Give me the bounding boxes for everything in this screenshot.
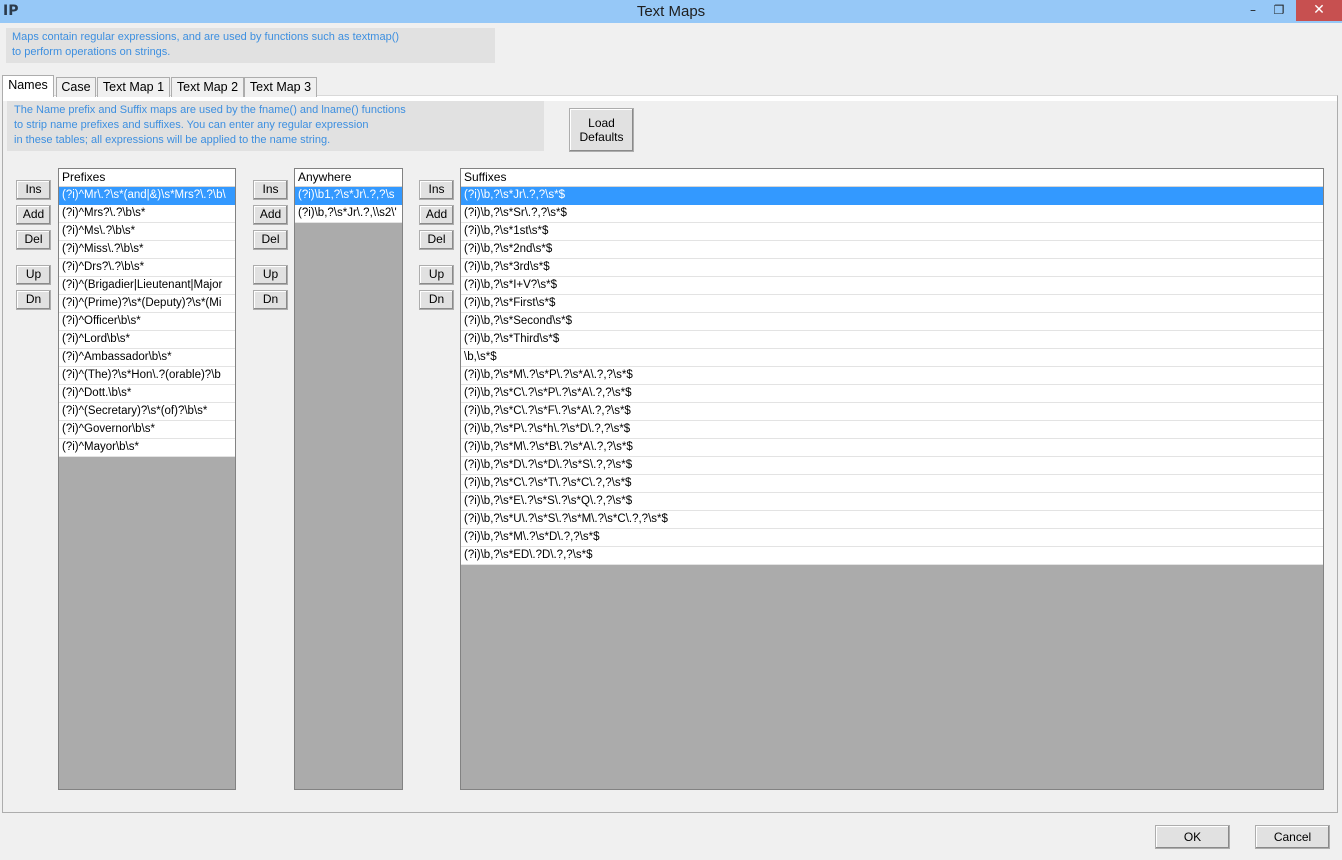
suffix-row[interactable]: (?i)\b,?\s*Third\s*$ xyxy=(461,331,1323,349)
prefix-del-button[interactable]: Del xyxy=(16,230,51,250)
tab-text-map-3[interactable]: Text Map 3 xyxy=(244,77,317,97)
prefix-row[interactable]: (?i)^Ms\.?\b\s* xyxy=(59,223,235,241)
suffix-row[interactable]: (?i)\b,?\s*C\.?\s*F\.?\s*A\.?,?\s*$ xyxy=(461,403,1323,421)
prefix-row[interactable]: (?i)^Officer\b\s* xyxy=(59,313,235,331)
suffix-row[interactable]: (?i)\b,?\s*U\.?\s*S\.?\s*M\.?\s*C\.?,?\s… xyxy=(461,511,1323,529)
suffix-add-button[interactable]: Add xyxy=(419,205,454,225)
tab-text-map-1[interactable]: Text Map 1 xyxy=(97,77,170,97)
ok-button[interactable]: OK xyxy=(1155,825,1230,849)
tab-text-map-2[interactable]: Text Map 2 xyxy=(171,77,244,97)
suffix-row[interactable]: (?i)\b,?\s*Second\s*$ xyxy=(461,313,1323,331)
suffix-row[interactable]: (?i)\b,?\s*E\.?\s*S\.?\s*Q\.?,?\s*$ xyxy=(461,493,1323,511)
suffix-row[interactable]: (?i)\b,?\s*Jr\.?,?\s*$ xyxy=(461,187,1323,205)
prefix-row[interactable]: (?i)^Mr\.?\s*(and|&)\s*Mrs?\.?\b\ xyxy=(59,187,235,205)
prefix-row[interactable]: (?i)^Mrs?\.?\b\s* xyxy=(59,205,235,223)
anywhere-add-button[interactable]: Add xyxy=(253,205,288,225)
suffixes-list[interactable]: Suffixes (?i)\b,?\s*Jr\.?,?\s*$ (?i)\b,?… xyxy=(460,168,1324,790)
suffix-row[interactable]: (?i)\b,?\s*M\.?\s*D\.?,?\s*$ xyxy=(461,529,1323,547)
prefix-row[interactable]: (?i)^Ambassador\b\s* xyxy=(59,349,235,367)
prefix-row[interactable]: (?i)^Miss\.?\b\s* xyxy=(59,241,235,259)
window-title: Text Maps xyxy=(636,3,706,20)
suffix-row[interactable]: (?i)\b,?\s*P\.?\s*h\.?\s*D\.?,?\s*$ xyxy=(461,421,1323,439)
suffix-row[interactable]: (?i)\b,?\s*2nd\s*$ xyxy=(461,241,1323,259)
prefix-row[interactable]: (?i)^(The)?\s*Hon\.?(orable)?\b xyxy=(59,367,235,385)
load-defaults-label-2: Defaults xyxy=(579,130,624,144)
suffix-dn-button[interactable]: Dn xyxy=(419,290,454,310)
prefix-up-button[interactable]: Up xyxy=(16,265,51,285)
names-description: The Name prefix and Suffix maps are used… xyxy=(7,101,544,151)
suffix-row[interactable]: (?i)\b,?\s*Sr\.?,?\s*$ xyxy=(461,205,1323,223)
title-bar: IP Text Maps – ❐ ✕ xyxy=(0,0,1342,23)
suffix-row[interactable]: (?i)\b,?\s*M\.?\s*P\.?\s*A\.?,?\s*$ xyxy=(461,367,1323,385)
anywhere-header: Anywhere xyxy=(295,169,402,187)
names-description-line-3: in these tables; all expressions will be… xyxy=(14,134,331,146)
anywhere-up-button[interactable]: Up xyxy=(253,265,288,285)
suffixes-header: Suffixes xyxy=(461,169,1323,187)
names-description-line-2: to strip name prefixes and suffixes. You… xyxy=(14,119,369,131)
suffix-row[interactable]: (?i)\b,?\s*C\.?\s*P\.?\s*A\.?,?\s*$ xyxy=(461,385,1323,403)
load-defaults-label-1: Load xyxy=(588,116,615,130)
prefixes-header: Prefixes xyxy=(59,169,235,187)
close-button[interactable]: ✕ xyxy=(1296,0,1342,21)
suffix-row[interactable]: \b,\s*$ xyxy=(461,349,1323,367)
suffix-row[interactable]: (?i)\b,?\s*First\s*$ xyxy=(461,295,1323,313)
suffix-row[interactable]: (?i)\b,?\s*1st\s*$ xyxy=(461,223,1323,241)
prefix-row[interactable]: (?i)^Drs?\.?\b\s* xyxy=(59,259,235,277)
load-defaults-button[interactable]: Load Defaults xyxy=(569,108,634,152)
anywhere-list[interactable]: Anywhere (?i)\b1,?\s*Jr\.?,?\s (?i)\b,?\… xyxy=(294,168,403,790)
prefix-row[interactable]: (?i)^Governor\b\s* xyxy=(59,421,235,439)
prefix-ins-button[interactable]: Ins xyxy=(16,180,51,200)
maps-description-line-1: Maps contain regular expressions, and ar… xyxy=(12,31,400,43)
suffix-del-button[interactable]: Del xyxy=(419,230,454,250)
tab-names[interactable]: Names xyxy=(2,75,54,97)
cancel-button[interactable]: Cancel xyxy=(1255,825,1330,849)
suffix-row[interactable]: (?i)\b,?\s*D\.?\s*D\.?\s*S\.?,?\s*$ xyxy=(461,457,1323,475)
prefix-row[interactable]: (?i)^(Secretary)?\s*(of)?\b\s* xyxy=(59,403,235,421)
prefixes-list[interactable]: Prefixes (?i)^Mr\.?\s*(and|&)\s*Mrs?\.?\… xyxy=(58,168,236,790)
prefix-row[interactable]: (?i)^Mayor\b\s* xyxy=(59,439,235,457)
suffix-row[interactable]: (?i)\b,?\s*3rd\s*$ xyxy=(461,259,1323,277)
anywhere-ins-button[interactable]: Ins xyxy=(253,180,288,200)
anywhere-row[interactable]: (?i)\b,?\s*Jr\.?,\\s2\' xyxy=(295,205,402,223)
restore-button[interactable]: ❐ xyxy=(1266,0,1292,21)
anywhere-dn-button[interactable]: Dn xyxy=(253,290,288,310)
suffix-row[interactable]: (?i)\b,?\s*M\.?\s*B\.?\s*A\.?,?\s*$ xyxy=(461,439,1323,457)
prefix-row[interactable]: (?i)^(Prime)?\s*(Deputy)?\s*(Mi xyxy=(59,295,235,313)
prefix-row[interactable]: (?i)^(Brigadier|Lieutenant|Major xyxy=(59,277,235,295)
minimize-button[interactable]: – xyxy=(1240,0,1266,21)
suffix-row[interactable]: (?i)\b,?\s*C\.?\s*T\.?\s*C\.?,?\s*$ xyxy=(461,475,1323,493)
maps-description-line-2: to perform operations on strings. xyxy=(12,46,171,58)
anywhere-row[interactable]: (?i)\b1,?\s*Jr\.?,?\s xyxy=(295,187,402,205)
prefix-row[interactable]: (?i)^Lord\b\s* xyxy=(59,331,235,349)
prefix-dn-button[interactable]: Dn xyxy=(16,290,51,310)
maps-description: Maps contain regular expressions, and ar… xyxy=(6,28,495,63)
prefix-add-button[interactable]: Add xyxy=(16,205,51,225)
suffix-up-button[interactable]: Up xyxy=(419,265,454,285)
suffix-row[interactable]: (?i)\b,?\s*ED\.?D\.?,?\s*$ xyxy=(461,547,1323,565)
suffix-ins-button[interactable]: Ins xyxy=(419,180,454,200)
names-description-line-1: The Name prefix and Suffix maps are used… xyxy=(14,104,406,116)
anywhere-del-button[interactable]: Del xyxy=(253,230,288,250)
prefix-row[interactable]: (?i)^Dott.\b\s* xyxy=(59,385,235,403)
suffix-row[interactable]: (?i)\b,?\s*I+V?\s*$ xyxy=(461,277,1323,295)
tab-case[interactable]: Case xyxy=(56,77,96,97)
